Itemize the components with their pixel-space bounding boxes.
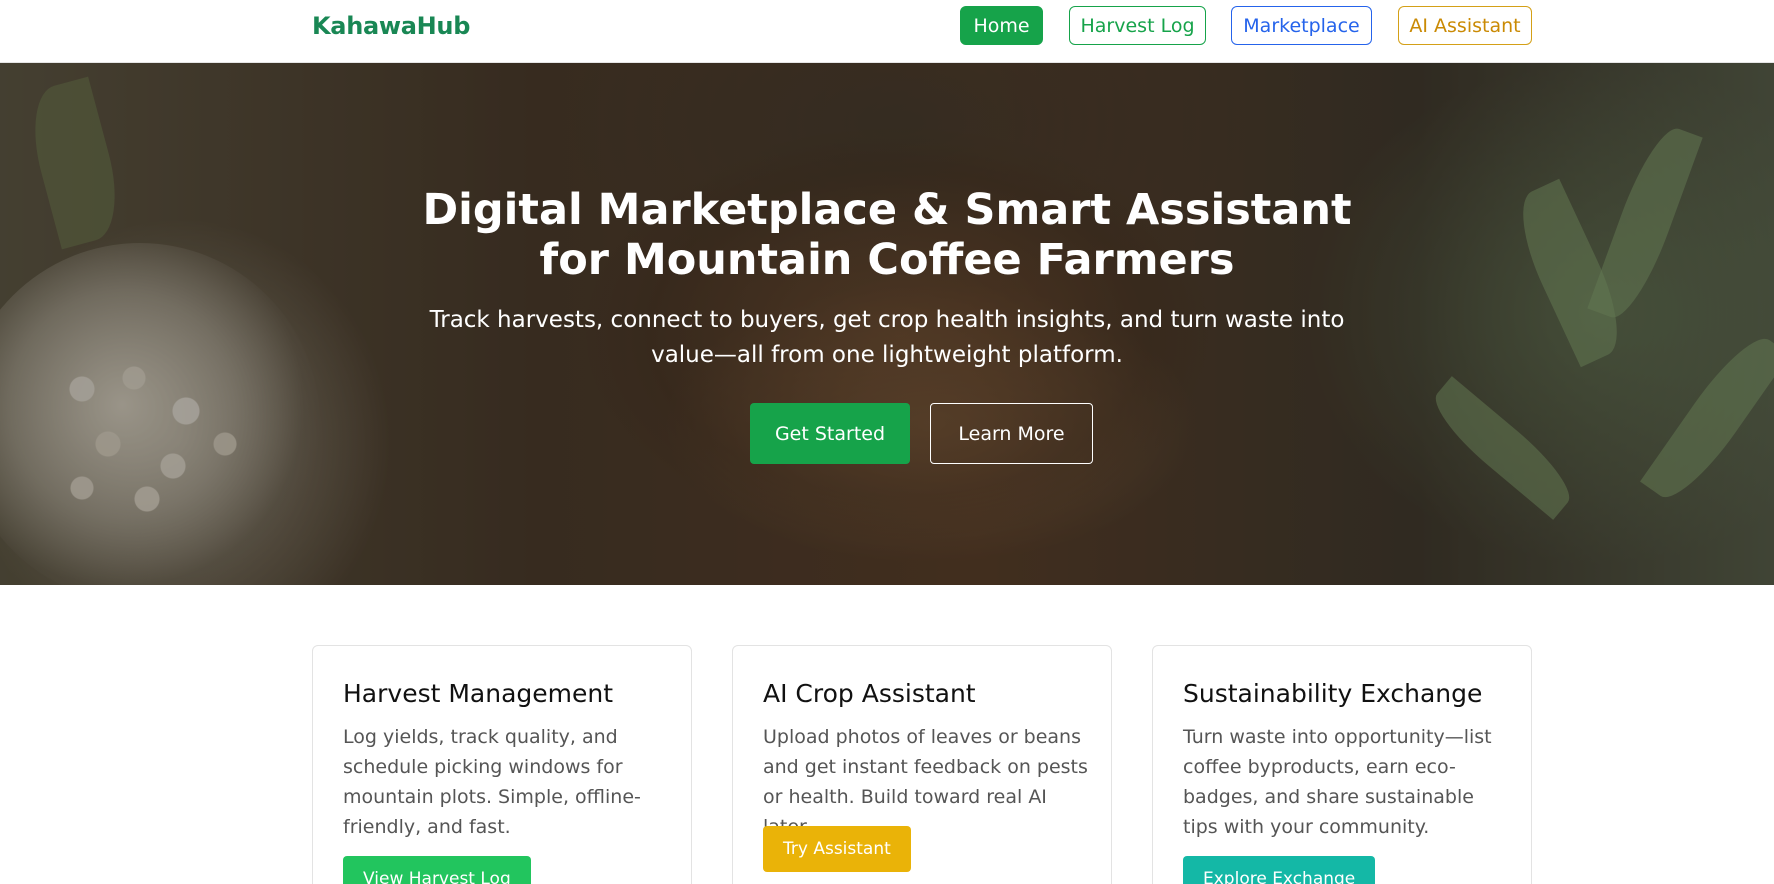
feature-card-harvest: Harvest Management Log yields, track qua… — [312, 645, 692, 884]
feature-card-ai-assistant: AI Crop Assistant Upload photos of leave… — [732, 645, 1112, 884]
nav-home-button[interactable]: Home — [960, 6, 1043, 45]
explore-exchange-button[interactable]: Explore Exchange — [1183, 856, 1376, 884]
hero-section: Digital Marketplace & Smart Assistant fo… — [0, 63, 1774, 585]
card-text: Log yields, track quality, and schedule … — [343, 726, 641, 838]
card-title: Sustainability Exchange — [1183, 679, 1483, 708]
view-harvest-log-button[interactable]: View Harvest Log — [343, 856, 531, 884]
nav-ai-assistant-button[interactable]: AI Assistant — [1398, 6, 1532, 45]
try-assistant-button[interactable]: Try Assistant — [763, 826, 911, 872]
card-text: Upload photos of leaves or beans and get… — [763, 726, 1088, 838]
card-title: Harvest Management — [343, 679, 614, 708]
hero-subtitle: Track harvests, connect to buyers, get c… — [429, 307, 1345, 368]
card-title: AI Crop Assistant — [763, 679, 976, 708]
get-started-button[interactable]: Get Started — [750, 403, 910, 464]
feature-card-sustainability: Sustainability Exchange Turn waste into … — [1152, 645, 1532, 884]
nav-harvest-log-button[interactable]: Harvest Log — [1069, 6, 1206, 45]
learn-more-button[interactable]: Learn More — [930, 403, 1093, 464]
top-navbar: KahawaHub Home Harvest Log Marketplace A… — [0, 0, 1774, 63]
brand-logo[interactable]: KahawaHub — [312, 12, 470, 40]
card-text: Turn waste into opportunity—list coffee … — [1183, 726, 1492, 838]
nav-marketplace-button[interactable]: Marketplace — [1231, 6, 1372, 45]
hero-title: Digital Marketplace & Smart Assistant fo… — [422, 185, 1352, 285]
